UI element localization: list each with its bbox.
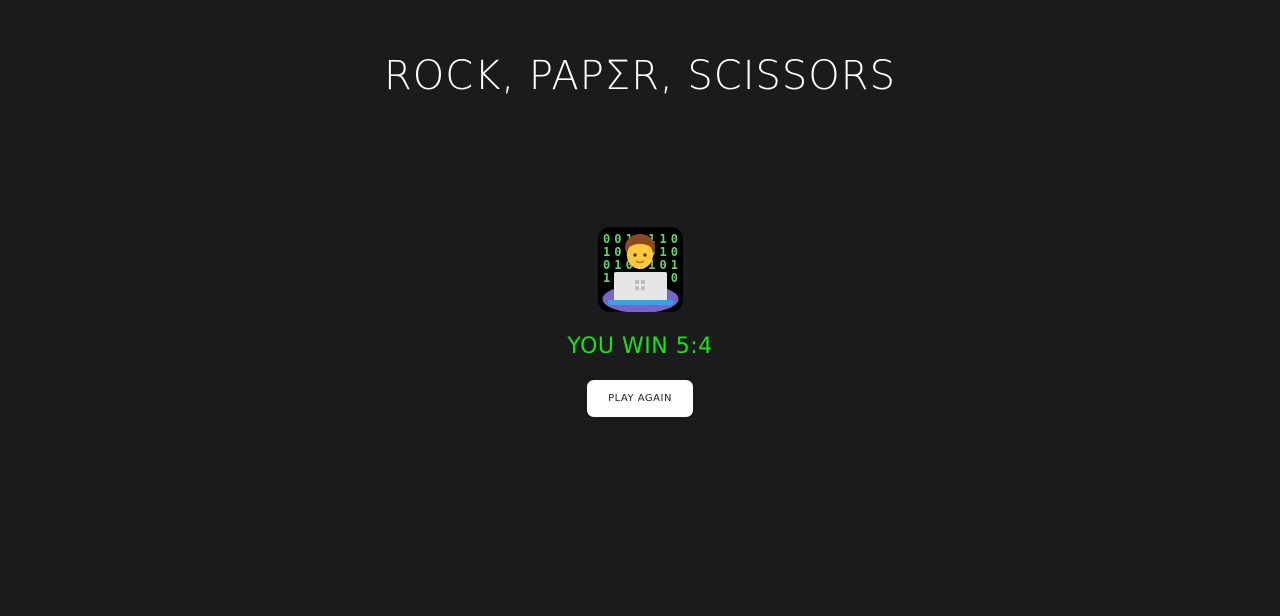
play-again-button[interactable]: PLAY AGAIN	[587, 380, 693, 417]
game-screen: ROCK, PAPΣR, SCISSORS 001011010110100101…	[0, 0, 1280, 616]
game-title: ROCK, PAPΣR, SCISSORS	[384, 53, 896, 99]
result-text: YOU WIN 5:4	[567, 334, 713, 359]
technologist-icon: 0010110101101001011011011010	[598, 227, 683, 312]
